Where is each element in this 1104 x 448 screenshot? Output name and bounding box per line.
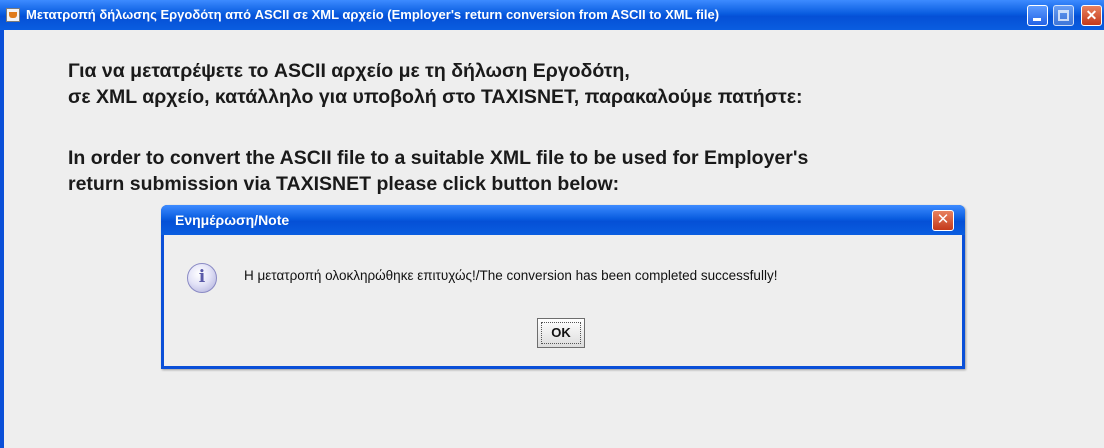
- instruction-greek-line-1: Για να μετατρέψετε το ASCII αρχείο με τη…: [68, 60, 630, 82]
- dialog-close-button[interactable]: ✕: [932, 210, 954, 231]
- dialog-body: i Η μετατροπή ολοκληρώθηκε επιτυχώς!/The…: [164, 235, 962, 366]
- close-icon: ✕: [936, 211, 950, 228]
- dialog-title: Ενημέρωση/Note: [175, 212, 290, 228]
- minimize-icon: [1033, 18, 1041, 21]
- note-dialog: Ενημέρωση/Note ✕ i Η μετατροπή ολοκληρώθ…: [161, 205, 965, 369]
- java-cup-icon: [6, 8, 20, 22]
- maximize-icon: [1058, 10, 1069, 21]
- ok-button[interactable]: OK: [537, 318, 585, 348]
- maximize-button[interactable]: [1053, 5, 1074, 26]
- instruction-english-line-1: In order to convert the ASCII file to a …: [68, 147, 809, 169]
- instruction-greek-line-2: σε XML αρχείο, κατάλληλο για υποβολή στο…: [68, 86, 803, 108]
- window-titlebar[interactable]: Μετατροπή δήλωσης Εργοδότη από ASCII σε …: [0, 0, 1104, 30]
- instruction-english-line-2: return submission via TAXISNET please cl…: [68, 173, 620, 195]
- minimize-button[interactable]: [1027, 5, 1048, 26]
- window-title: Μετατροπή δήλωσης Εργοδότη από ASCII σε …: [26, 7, 720, 22]
- dialog-titlebar[interactable]: Ενημέρωση/Note ✕: [161, 205, 965, 235]
- info-icon: i: [187, 263, 217, 293]
- close-icon: ✕: [1085, 7, 1098, 23]
- dialog-message: Η μετατροπή ολοκληρώθηκε επιτυχώς!/The c…: [244, 268, 778, 283]
- window-close-button[interactable]: ✕: [1081, 5, 1102, 26]
